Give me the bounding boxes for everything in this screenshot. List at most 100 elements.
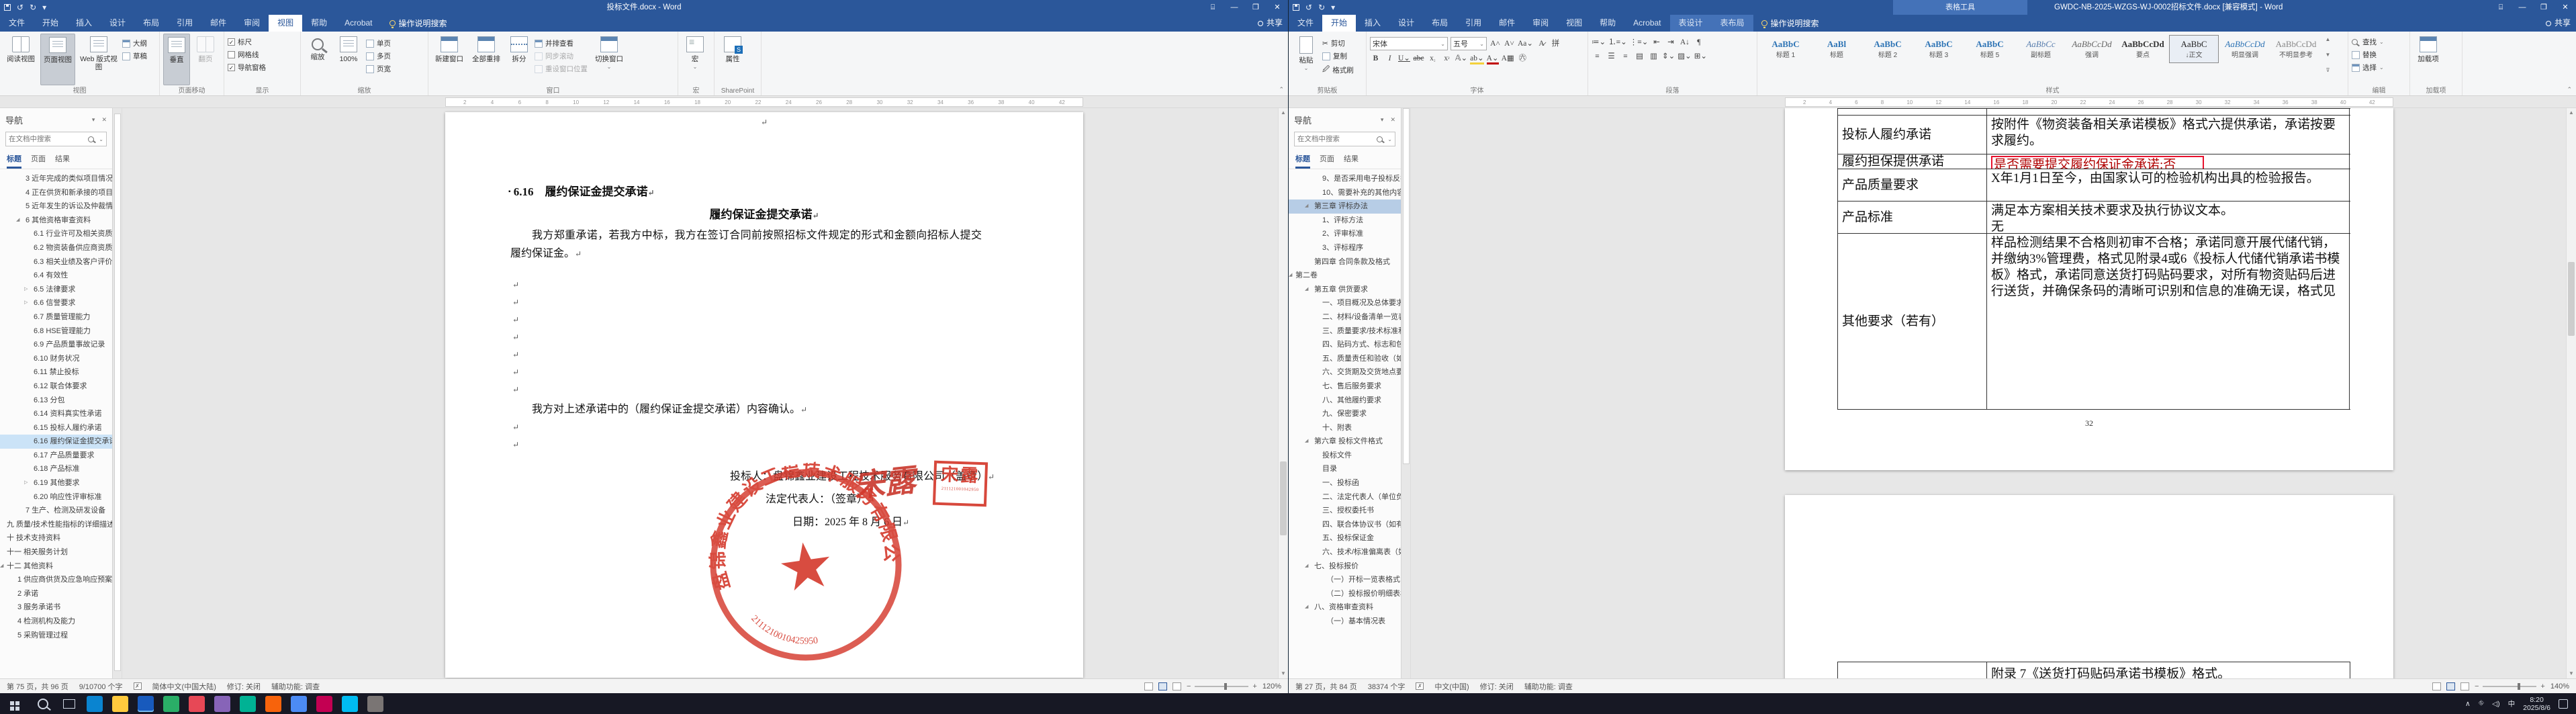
expand-collapse-icon[interactable]: ◢	[1305, 283, 1308, 297]
table-continuation-row[interactable]: 附录 7《送货打码贴码承诺书模板》格式。	[1837, 662, 2350, 678]
nav-heading-item[interactable]: 六、技术/标准偏离表（如有）	[1289, 545, 1401, 560]
nav-heading-item[interactable]: 6.13 分包	[0, 394, 112, 408]
style-chip[interactable]: AaBl 标题	[1812, 35, 1861, 63]
app-icon[interactable]	[316, 695, 332, 712]
ribbon-tab[interactable]: 插入	[67, 15, 101, 32]
nav-heading-item[interactable]: 6.18 产品标准	[0, 462, 112, 476]
app-icon[interactable]	[87, 695, 103, 712]
nav-heading-item[interactable]: 十一 相关服务计划	[0, 545, 112, 560]
gallery-up-icon[interactable]: ▲	[2326, 36, 2331, 42]
zoom-slider[interactable]: − +	[1187, 682, 1257, 690]
style-chip[interactable]: AaBbCcDd 不明显参考	[2271, 35, 2321, 63]
ribbon-tab[interactable]: 开始	[34, 15, 67, 32]
nav-heading-item[interactable]: 7 生产、检测及研发设备	[0, 504, 112, 518]
nav-heading-item[interactable]: 六、交货期及交货地点要求	[1289, 365, 1401, 380]
save-icon[interactable]	[1293, 4, 1299, 11]
ribbon-tab[interactable]: 文件	[0, 15, 34, 32]
nav-heading-item[interactable]: ▷ 6.5 法律要求	[0, 283, 112, 297]
style-chip[interactable]: AaBbC 标题 3	[1914, 35, 1964, 63]
table-cell-label[interactable]: 投标人履约承诺	[1838, 116, 1987, 154]
style-chip[interactable]: AaBbCcDd 强调	[2067, 35, 2117, 63]
table-row[interactable]: 产品标准 满足本方案相关技术要求及执行协议文本。 无	[1838, 202, 2350, 234]
app-icon[interactable]	[240, 695, 256, 712]
cut-button[interactable]: ✂ 剪切	[1322, 38, 1354, 48]
expand-collapse-icon[interactable]: ▷	[24, 296, 28, 310]
nav-heading-item[interactable]: 10、需要补充的其他内容	[1289, 186, 1401, 200]
table-cell-value[interactable]: 样品检测结果不合格则初审不合格；承诺同意开展代储代销，并缴纳3%管理费，格式见附…	[1987, 234, 2350, 409]
document-page[interactable]: ↵ ▪ 6.16 履约保证金提交承诺↵ 履约保证金提交承诺↵ 我方郑重承诺，若我…	[445, 112, 1083, 678]
qat-customize-icon[interactable]: ▾	[1331, 3, 1335, 11]
one-page-button[interactable]: 单页	[366, 38, 391, 48]
title-bar[interactable]: ↺ ↻ ▾ 投标文件.docx - Word ⌸ — ❐ ✕	[0, 0, 1288, 15]
app-icon[interactable]	[163, 695, 179, 712]
justify-icon[interactable]: ▤	[1634, 51, 1645, 62]
ribbon-tab[interactable]: 设计	[1389, 15, 1423, 32]
shading-icon[interactable]: ▨⌄	[1677, 51, 1692, 62]
search-icon[interactable]	[88, 136, 95, 142]
nav-heading-item[interactable]: 3 服务承诺书	[0, 600, 112, 615]
taskbar-search-icon[interactable]	[38, 698, 48, 709]
side-to-side-button[interactable]: 翻页	[192, 34, 219, 85]
view-side-by-side-button[interactable]: 并排查看	[535, 38, 588, 48]
show-marks-icon[interactable]: ¶	[1693, 37, 1704, 48]
app-icon[interactable]	[291, 695, 307, 712]
addin-button[interactable]: 加载项	[2413, 34, 2443, 85]
properties-button[interactable]: 属性	[718, 34, 747, 85]
nav-heading-item[interactable]: 九 质量/技术性能指标的详细描述	[0, 518, 112, 532]
expand-collapse-icon[interactable]: ◢	[1305, 600, 1308, 615]
superscript-icon[interactable]: x²	[1441, 53, 1453, 64]
nav-heading-item[interactable]: ▷ 6.19 其他要求	[0, 476, 112, 490]
nav-heading-item[interactable]: 6.10 财务状况	[0, 352, 112, 366]
expand-collapse-icon[interactable]: ▷	[24, 283, 28, 297]
nav-heading-item[interactable]: 6.8 HSE管理能力	[0, 324, 112, 339]
table-cell-value[interactable]: 附录 7《送货打码贴码承诺书模板》格式。	[1987, 662, 2350, 678]
share-button[interactable]: 共享	[1257, 15, 1283, 32]
style-chip[interactable]: AaBbC ↓正文	[2169, 35, 2219, 63]
switch-windows-button[interactable]: 切换窗口 ⌄	[590, 34, 629, 85]
nav-heading-item[interactable]: 三、授权委托书	[1289, 504, 1401, 518]
nav-heading-item[interactable]: 四、联合体协议书（如有）	[1289, 518, 1401, 532]
table-row[interactable]: 产品质量要求 X年1月1日至今，由国家认可的检验机构出具的检验报告。	[1838, 169, 2350, 202]
new-window-button[interactable]: 新建窗口	[432, 34, 467, 85]
ribbon-tab[interactable]: 引用	[1457, 15, 1490, 32]
minimize-button[interactable]: —	[2512, 0, 2533, 15]
nav-heading-item[interactable]: 6.4 有效性	[0, 269, 112, 283]
nav-heading-item[interactable]: 三、质量要求/技术标准和规格	[1289, 324, 1401, 339]
subscript-icon[interactable]: x₂	[1427, 53, 1438, 64]
nav-heading-item[interactable]: （二）投标报价明细表格式	[1289, 587, 1401, 601]
nav-tab[interactable]: 页面	[31, 153, 46, 169]
sort-icon[interactable]: A↓	[1679, 37, 1690, 48]
table-row[interactable]: 投标人履约承诺 按附件《物资装备相关承诺模板》格式六提供承诺，承诺按要求履约。	[1838, 116, 2350, 154]
redo-icon[interactable]: ↻	[1318, 3, 1325, 11]
requirements-table[interactable]: 投标人履约承诺 按附件《物资装备相关承诺模板》格式六提供承诺，承诺按要求履约。 …	[1837, 108, 2350, 410]
network-icon[interactable]: ⛗	[2479, 699, 2484, 708]
ribbon-tab[interactable]: 审阅	[1524, 15, 1557, 32]
nav-heading-item[interactable]: 1 供应商供货及应急响应预案	[0, 573, 112, 587]
nav-heading-item[interactable]: 6.7 质量管理能力	[0, 310, 112, 324]
shrink-font-icon[interactable]: A˅	[1504, 38, 1515, 50]
ime-indicator[interactable]: 中	[2508, 699, 2516, 709]
ribbon-tab[interactable]: 视图	[269, 15, 303, 32]
app-icon[interactable]	[367, 695, 383, 712]
line-spacing-icon[interactable]: ⇕⌄	[1662, 51, 1675, 62]
style-chip[interactable]: AaBbCcDd 明显强调	[2220, 35, 2270, 63]
ribbon-display-options-icon[interactable]: ⌸	[2490, 0, 2512, 15]
table-row[interactable]: 其他要求（若有） 样品检测结果不合格则初审不合格；承诺同意开展代储代销，并缴纳3…	[1838, 234, 2350, 410]
nav-heading-item[interactable]: 6.11 禁止投标	[0, 365, 112, 380]
character-shading-icon[interactable]: A▦	[1502, 53, 1514, 64]
word-count[interactable]: 9/10700 个字	[79, 681, 123, 692]
ribbon-tab[interactable]: 开始	[1322, 15, 1356, 32]
nav-heading-item[interactable]: 3 近年完成的类似项目情况	[0, 172, 112, 186]
gallery-more-icon[interactable]: ⊽	[2326, 67, 2330, 73]
nav-heading-item[interactable]: ▷ 6.6 信誉要求	[0, 296, 112, 310]
style-chip[interactable]: AaBbCcDd 要点	[2118, 35, 2168, 63]
scroll-down-icon[interactable]: ▼	[1279, 669, 1288, 678]
underline-icon[interactable]: U⌄	[1398, 53, 1410, 64]
nav-tab[interactable]: 页面	[1320, 153, 1334, 169]
task-view-icon[interactable]	[63, 699, 75, 709]
find-button[interactable]: 查找 ⌄	[2352, 37, 2384, 47]
nav-search-input[interactable]	[9, 135, 89, 143]
app-icon[interactable]	[112, 695, 128, 712]
expand-collapse-icon[interactable]: ▷	[24, 476, 28, 490]
app-icon[interactable]	[138, 695, 154, 712]
